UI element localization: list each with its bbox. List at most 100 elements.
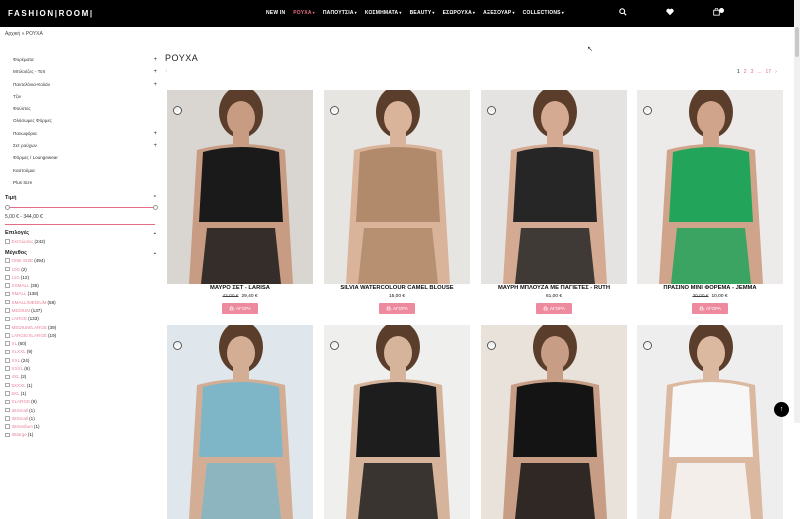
checkbox[interactable] <box>5 341 10 346</box>
buy-button[interactable]: 🛍 ΑΓΟΡΑ <box>379 303 415 314</box>
product-image[interactable] <box>637 90 783 284</box>
price-min-handle[interactable] <box>5 205 10 211</box>
heart-icon[interactable]: ♡ <box>173 341 182 350</box>
plus-icon[interactable]: + <box>153 140 157 152</box>
pagination-item[interactable]: ... <box>757 69 761 75</box>
pagination-item[interactable]: 1 <box>737 69 740 75</box>
heart-icon[interactable]: ♡ <box>330 106 339 115</box>
pagination-item[interactable]: › <box>775 69 777 75</box>
product-image[interactable] <box>637 325 783 519</box>
sort-arrow-icon[interactable]: ↑ <box>165 68 167 73</box>
checkbox[interactable] <box>5 266 10 272</box>
plus-icon[interactable]: + <box>153 66 157 78</box>
checkbox[interactable] <box>5 283 10 288</box>
back-to-top-button[interactable]: ↑ <box>774 402 789 417</box>
filter-checkbox-row[interactable]: XXL (24) <box>5 356 160 364</box>
checkbox[interactable] <box>5 299 10 305</box>
category-item[interactable]: Ολόσωμες Φόρμες <box>5 115 160 127</box>
category-item[interactable]: Τζιν <box>5 91 160 103</box>
filter-checkbox-row[interactable]: XL (60) <box>5 340 160 348</box>
heart-icon[interactable]: ♡ <box>487 341 496 350</box>
product-image[interactable] <box>324 90 470 284</box>
checkbox[interactable] <box>5 432 10 438</box>
checkbox[interactable] <box>5 239 10 244</box>
checkbox[interactable] <box>5 275 10 280</box>
checkbox[interactable] <box>5 316 10 322</box>
filter-checkbox-row[interactable]: SMALL (138) <box>5 290 160 298</box>
category-item[interactable]: Πανωφόρια + <box>5 128 160 140</box>
page-scrollbar[interactable] <box>794 0 800 423</box>
checkbox[interactable] <box>5 391 10 396</box>
filter-checkbox-row[interactable]: 36Small (1) <box>5 406 160 414</box>
category-item[interactable]: Plus Size <box>5 177 160 189</box>
buy-button[interactable]: 🛍 ΑΓΟΡΑ <box>692 303 728 314</box>
filter-checkbox-row[interactable]: 10G (2) <box>5 265 160 273</box>
checkbox[interactable] <box>5 258 10 263</box>
filter-checkbox-row[interactable]: XXXL (6) <box>5 364 160 372</box>
nav-item[interactable]: ΑΞΕΣΟΥΑΡ▾ <box>479 10 519 16</box>
heart-icon[interactable] <box>666 8 674 18</box>
price-filter-title[interactable]: Τιμή ⌃ <box>5 195 160 201</box>
checkbox[interactable] <box>5 416 10 421</box>
product-image[interactable] <box>167 325 313 519</box>
plus-icon[interactable]: + <box>153 54 157 66</box>
product-image[interactable] <box>324 325 470 519</box>
product-name[interactable]: ΠΡΑΣΙΝΟ ΜΙΝΙ ΦΟΡΕΜΑ - JEMMA <box>637 285 783 291</box>
checkbox[interactable] <box>5 349 10 355</box>
checkbox[interactable] <box>5 407 10 413</box>
price-slider[interactable] <box>5 204 160 212</box>
filter-checkbox-row[interactable]: MEDIUM/LARGE (39) <box>5 323 160 331</box>
pagination-item[interactable]: 3 <box>751 69 754 75</box>
price-max-handle[interactable] <box>153 205 158 211</box>
product-image[interactable] <box>481 325 627 519</box>
checkbox[interactable] <box>5 424 10 429</box>
filter-checkbox-row[interactable]: 5XXXL (1) <box>5 381 160 389</box>
pagination-item[interactable]: 17 <box>766 69 772 75</box>
checkbox[interactable] <box>5 374 10 380</box>
filter-checkbox-row[interactable]: 11G (12) <box>5 273 160 281</box>
filter-checkbox-row[interactable]: MEDIUM (137) <box>5 306 160 314</box>
heart-icon[interactable]: ♡ <box>643 106 652 115</box>
product-name[interactable]: ΜΑΥΡΗ ΜΠΛΟΥΖΑ ΜΕ ΠΑΓΙΕΤΕΣ - RUTH <box>481 285 627 291</box>
nav-item[interactable]: ΕΣΩΡΟΥΧΑ▾ <box>439 10 480 16</box>
category-item[interactable]: Μπλούζες - Τοπ + <box>5 66 160 78</box>
filter-checkbox-row[interactable]: XLARGE (9) <box>5 398 160 406</box>
checkbox[interactable] <box>5 358 10 363</box>
category-item[interactable]: Σετ ρούχων + <box>5 140 160 152</box>
breadcrumb-home[interactable]: Αρχική <box>5 31 20 37</box>
heart-icon[interactable]: ♡ <box>330 341 339 350</box>
checkbox[interactable] <box>5 366 10 371</box>
nav-item[interactable]: ΚΟΣΜΗΜΑΤΑ▾ <box>361 10 406 16</box>
filter-checkbox-row[interactable]: 38medium (1) <box>5 423 160 431</box>
checkbox[interactable] <box>5 291 10 297</box>
filter-checkbox-row[interactable]: ONE-SIZE (494) <box>5 257 160 265</box>
product-image[interactable] <box>167 90 313 284</box>
filter-checkbox-row[interactable]: 38Small (1) <box>5 414 160 422</box>
search-icon[interactable] <box>619 8 627 18</box>
filter-checkbox-row[interactable]: LARGE/XLARGE (19) <box>5 331 160 339</box>
options-filter-title[interactable]: Επιλογές ⌄ <box>5 230 160 236</box>
nav-item[interactable]: COLLECTIONS▾ <box>519 10 568 16</box>
nav-item[interactable]: BEAUTY▾ <box>406 10 439 16</box>
heart-icon[interactable]: ♡ <box>173 106 182 115</box>
checkbox[interactable] <box>5 399 10 404</box>
nav-item[interactable]: ΠΑΠΟΥΤΣΙΑ▾ <box>319 10 361 16</box>
scrollbar-thumb[interactable] <box>795 27 799 57</box>
product-image[interactable] <box>481 90 627 284</box>
nav-item[interactable]: NEW IN <box>262 10 289 16</box>
filter-checkbox-row[interactable]: Εκπτώσεις (242) <box>5 237 160 245</box>
heart-icon[interactable]: ♡ <box>487 106 496 115</box>
filter-checkbox-row[interactable]: SMALL/MEDIUM (58) <box>5 298 160 306</box>
category-item[interactable]: Παντελόνια-Κολάν + <box>5 79 160 91</box>
category-item[interactable]: Φόρμες / Loungewear <box>5 152 160 164</box>
size-filter-title[interactable]: Μέγεθος ⌄ <box>5 250 160 256</box>
filter-checkbox-row[interactable]: 38large (1) <box>5 431 160 439</box>
buy-button[interactable]: 🛍 ΑΓΟΡΑ <box>222 303 258 314</box>
category-item[interactable]: Καστούμια <box>5 165 160 177</box>
category-item[interactable]: Φορέματα + <box>5 54 160 66</box>
plus-icon[interactable]: + <box>153 128 157 140</box>
filter-checkbox-row[interactable]: XSMALL (35) <box>5 281 160 289</box>
category-item[interactable]: Φούστες <box>5 103 160 115</box>
heart-icon[interactable]: ♡ <box>643 341 652 350</box>
plus-icon[interactable]: + <box>153 79 157 91</box>
